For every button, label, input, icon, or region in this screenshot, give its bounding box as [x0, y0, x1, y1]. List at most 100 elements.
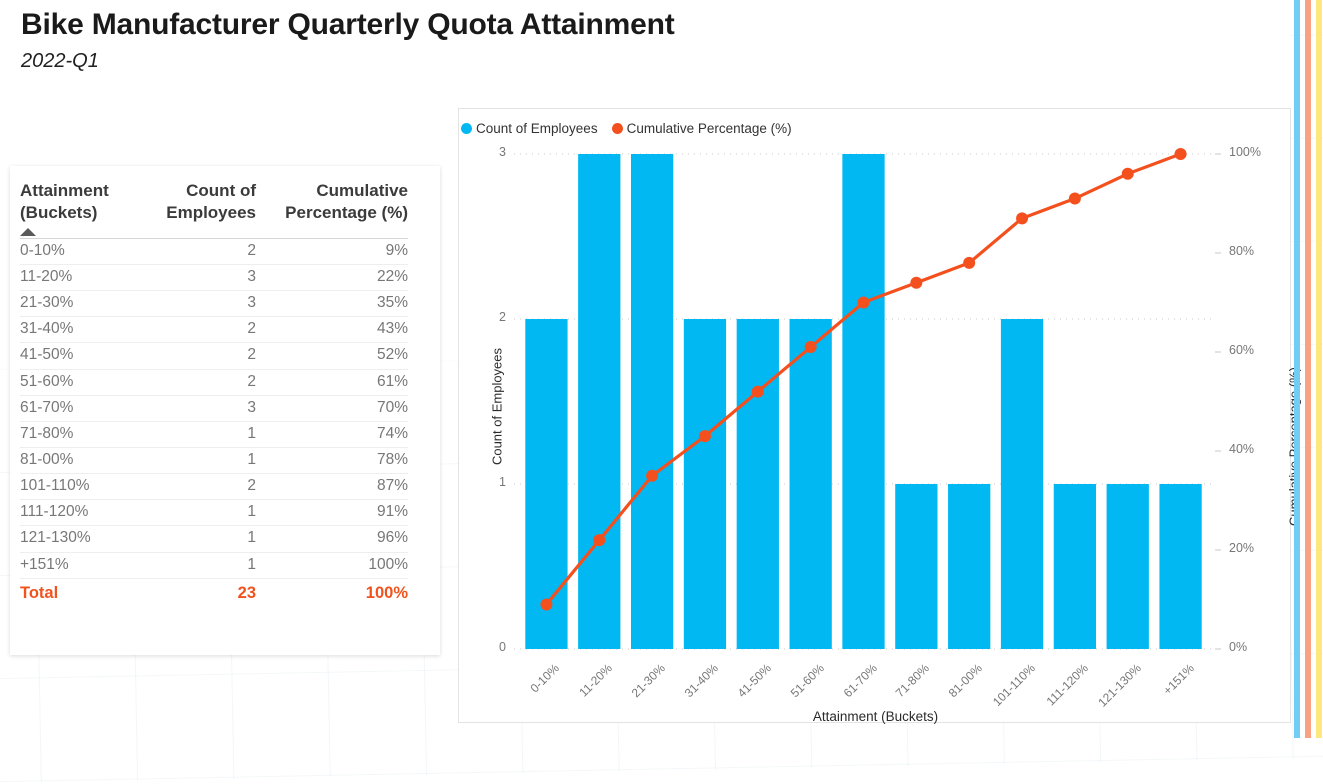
- row-bucket: 71-80%: [20, 421, 148, 449]
- row-bucket: 41-50%: [20, 342, 148, 370]
- y-axis-right-tick: 20%: [1229, 541, 1255, 555]
- row-count: 3: [148, 264, 256, 292]
- line-marker[interactable]: [751, 385, 764, 398]
- line-marker[interactable]: [1016, 212, 1029, 225]
- table-row[interactable]: 41-50% 2 52%: [20, 342, 408, 370]
- table-row[interactable]: 81-00% 1 78%: [20, 447, 408, 475]
- stripe-salmon: [1305, 0, 1311, 738]
- table-row[interactable]: 11-20% 3 22%: [20, 264, 408, 292]
- line-marker[interactable]: [963, 256, 976, 269]
- table-row[interactable]: 61-70% 3 70%: [20, 395, 408, 422]
- row-count: 2: [148, 316, 256, 344]
- table-row[interactable]: 111-120% 1 91%: [20, 499, 408, 527]
- line-marker[interactable]: [857, 296, 870, 309]
- chart-bar[interactable]: [630, 154, 674, 649]
- chart-bar[interactable]: [895, 484, 938, 649]
- row-cumulative: 96%: [256, 525, 408, 553]
- decorative-edge-stripes: [1284, 0, 1323, 738]
- y-axis-right-tick: 80%: [1229, 244, 1255, 258]
- row-cumulative: 43%: [256, 316, 408, 344]
- total-count: 23: [148, 577, 256, 608]
- stripe-yellow: [1316, 0, 1322, 738]
- column-header-attainment-buckets-label: Attainment (Buckets): [20, 181, 109, 223]
- table-row[interactable]: 31-40% 2 43%: [20, 316, 408, 344]
- y-axis-left-tick: 2: [499, 310, 506, 324]
- row-cumulative: 100%: [256, 552, 408, 579]
- chart-bar[interactable]: [842, 154, 885, 649]
- chart-bar[interactable]: [736, 319, 779, 649]
- line-marker[interactable]: [1121, 167, 1134, 180]
- row-bucket: 61-70%: [20, 395, 148, 422]
- column-header-attainment-buckets[interactable]: Attainment (Buckets): [20, 180, 148, 238]
- line-marker[interactable]: [1174, 148, 1187, 160]
- chart-bar[interactable]: [1159, 484, 1202, 649]
- row-cumulative: 91%: [256, 499, 408, 527]
- row-bucket: 11-20%: [20, 264, 148, 292]
- row-cumulative: 22%: [256, 264, 408, 292]
- row-count: 2: [148, 342, 256, 370]
- row-cumulative: 35%: [256, 290, 408, 318]
- attainment-table-card: Attainment (Buckets) Count of Employees …: [10, 166, 440, 655]
- row-cumulative: 78%: [256, 447, 408, 475]
- line-marker[interactable]: [804, 341, 817, 354]
- row-bucket: 101-110%: [20, 473, 148, 501]
- line-marker[interactable]: [540, 598, 553, 611]
- chart-bar[interactable]: [1053, 484, 1097, 649]
- table-row[interactable]: 101-110% 2 87%: [20, 473, 408, 501]
- row-cumulative: 61%: [256, 369, 408, 396]
- line-marker[interactable]: [910, 276, 923, 289]
- line-marker[interactable]: [698, 430, 711, 443]
- sort-ascending-icon[interactable]: [20, 227, 36, 236]
- table-footer: Total 23 100%: [20, 577, 408, 608]
- table-row[interactable]: +151% 1 100%: [20, 552, 408, 579]
- row-count: 1: [148, 447, 256, 475]
- row-cumulative: 74%: [256, 421, 408, 449]
- row-bucket: 111-120%: [20, 499, 148, 527]
- table-total-row[interactable]: Total 23 100%: [20, 577, 408, 608]
- row-bucket: +151%: [20, 552, 148, 579]
- y-axis-left-title: Count of Employees: [489, 347, 505, 466]
- line-marker[interactable]: [646, 469, 659, 482]
- y-axis-left-tick: 0: [499, 640, 506, 654]
- chart-bar[interactable]: [789, 319, 832, 649]
- chart-bar[interactable]: [1106, 484, 1149, 649]
- row-count: 1: [148, 421, 256, 449]
- chart-bar[interactable]: [948, 484, 991, 649]
- table-row[interactable]: 21-30% 3 35%: [20, 290, 408, 318]
- row-count: 1: [148, 499, 256, 527]
- line-marker[interactable]: [593, 534, 606, 547]
- row-bucket: 81-00%: [20, 447, 148, 475]
- y-axis-right-tick: 60%: [1229, 343, 1255, 357]
- chart-plot-area: 0 1 2 3 0% 20% 40% 60% 80% 100% 0-10% 11-20% 21-30% 3…: [459, 109, 1292, 724]
- y-axis-left-tick: 3: [499, 145, 506, 159]
- row-count: 1: [148, 525, 256, 553]
- column-header-count-of-employees[interactable]: Count of Employees: [148, 180, 256, 238]
- row-bucket: 51-60%: [20, 369, 148, 396]
- row-cumulative: 87%: [256, 473, 408, 501]
- row-count: 2: [148, 369, 256, 396]
- table-row[interactable]: 71-80% 1 74%: [20, 421, 408, 449]
- chart-bar[interactable]: [1000, 319, 1044, 649]
- table-row[interactable]: 0-10% 2 9%: [20, 238, 408, 266]
- row-bucket: 31-40%: [20, 316, 148, 344]
- row-count: 3: [148, 290, 256, 318]
- row-bucket: 121-130%: [20, 525, 148, 553]
- column-header-cumulative-percentage[interactable]: Cumulative Percentage (%): [256, 180, 408, 238]
- row-bucket: 0-10%: [20, 238, 148, 266]
- table-row[interactable]: 51-60% 2 61%: [20, 369, 408, 396]
- table-body: 0-10% 2 9% 11-20% 3 22% 21-30% 3 35% 31-40% 2 43% 41…: [20, 238, 408, 579]
- chart-svg: [514, 148, 1221, 650]
- pareto-chart-card: Count of Employees Cumulative Percentage …: [458, 108, 1302, 724]
- row-bucket: 21-30%: [20, 290, 148, 318]
- line-marker[interactable]: [1068, 192, 1081, 205]
- y-axis-right-tick: 40%: [1229, 442, 1255, 456]
- chart-bar[interactable]: [683, 319, 727, 649]
- table-header: Attainment (Buckets) Count of Employees …: [20, 180, 408, 239]
- stripe-blue: [1294, 0, 1300, 738]
- row-count: 1: [148, 552, 256, 579]
- table-row[interactable]: 121-130% 1 96%: [20, 525, 408, 553]
- row-cumulative: 52%: [256, 342, 408, 370]
- table-header-row: Attainment (Buckets) Count of Employees …: [20, 180, 408, 239]
- chart-bar[interactable]: [578, 154, 621, 649]
- y-axis-right-tick: 0%: [1229, 640, 1248, 654]
